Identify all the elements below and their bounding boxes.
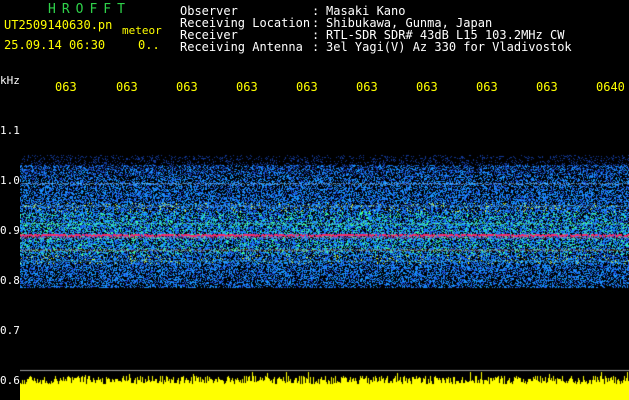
info-label-antenna: Receiving Antenna [180, 40, 303, 54]
time-tick: 063 [176, 80, 198, 94]
spectrogram [20, 100, 629, 400]
time-tick: 063 [236, 80, 258, 94]
y-tick-label: 0.8 [0, 274, 20, 287]
time-tick: 0640 [596, 80, 625, 94]
time-tick: 063 [55, 80, 77, 94]
meteor-label: meteor [122, 24, 162, 37]
time-tick: 063 [356, 80, 378, 94]
app-title: HROFFT [48, 2, 131, 17]
y-tick-label: 0.7 [0, 324, 20, 337]
time-tick: 063 [476, 80, 498, 94]
meteor-count: 0.. [138, 38, 160, 52]
info-separator: : [312, 40, 320, 54]
time-tick: 063 [116, 80, 138, 94]
y-tick-label: 1.0 [0, 174, 20, 187]
y-tick-label: 1.1 [0, 124, 20, 137]
time-tick: 063 [296, 80, 318, 94]
time-tick: 063 [536, 80, 558, 94]
datetime: 25.09.14 06:30 [4, 38, 106, 52]
info-value-antenna: 3el Yagi(V) Az 330 for Vladivostok [326, 40, 572, 54]
y-tick-label: 0.6 [0, 374, 20, 387]
time-tick: 063 [416, 80, 438, 94]
y-tick-label: 0.9 [0, 224, 20, 237]
file-name: UT2509140630.pn [4, 18, 113, 32]
y-axis-unit: kHz [0, 74, 20, 87]
hrofft-window: HROFFT UT2509140630.pn meteor 25.09.14 0… [0, 0, 629, 400]
